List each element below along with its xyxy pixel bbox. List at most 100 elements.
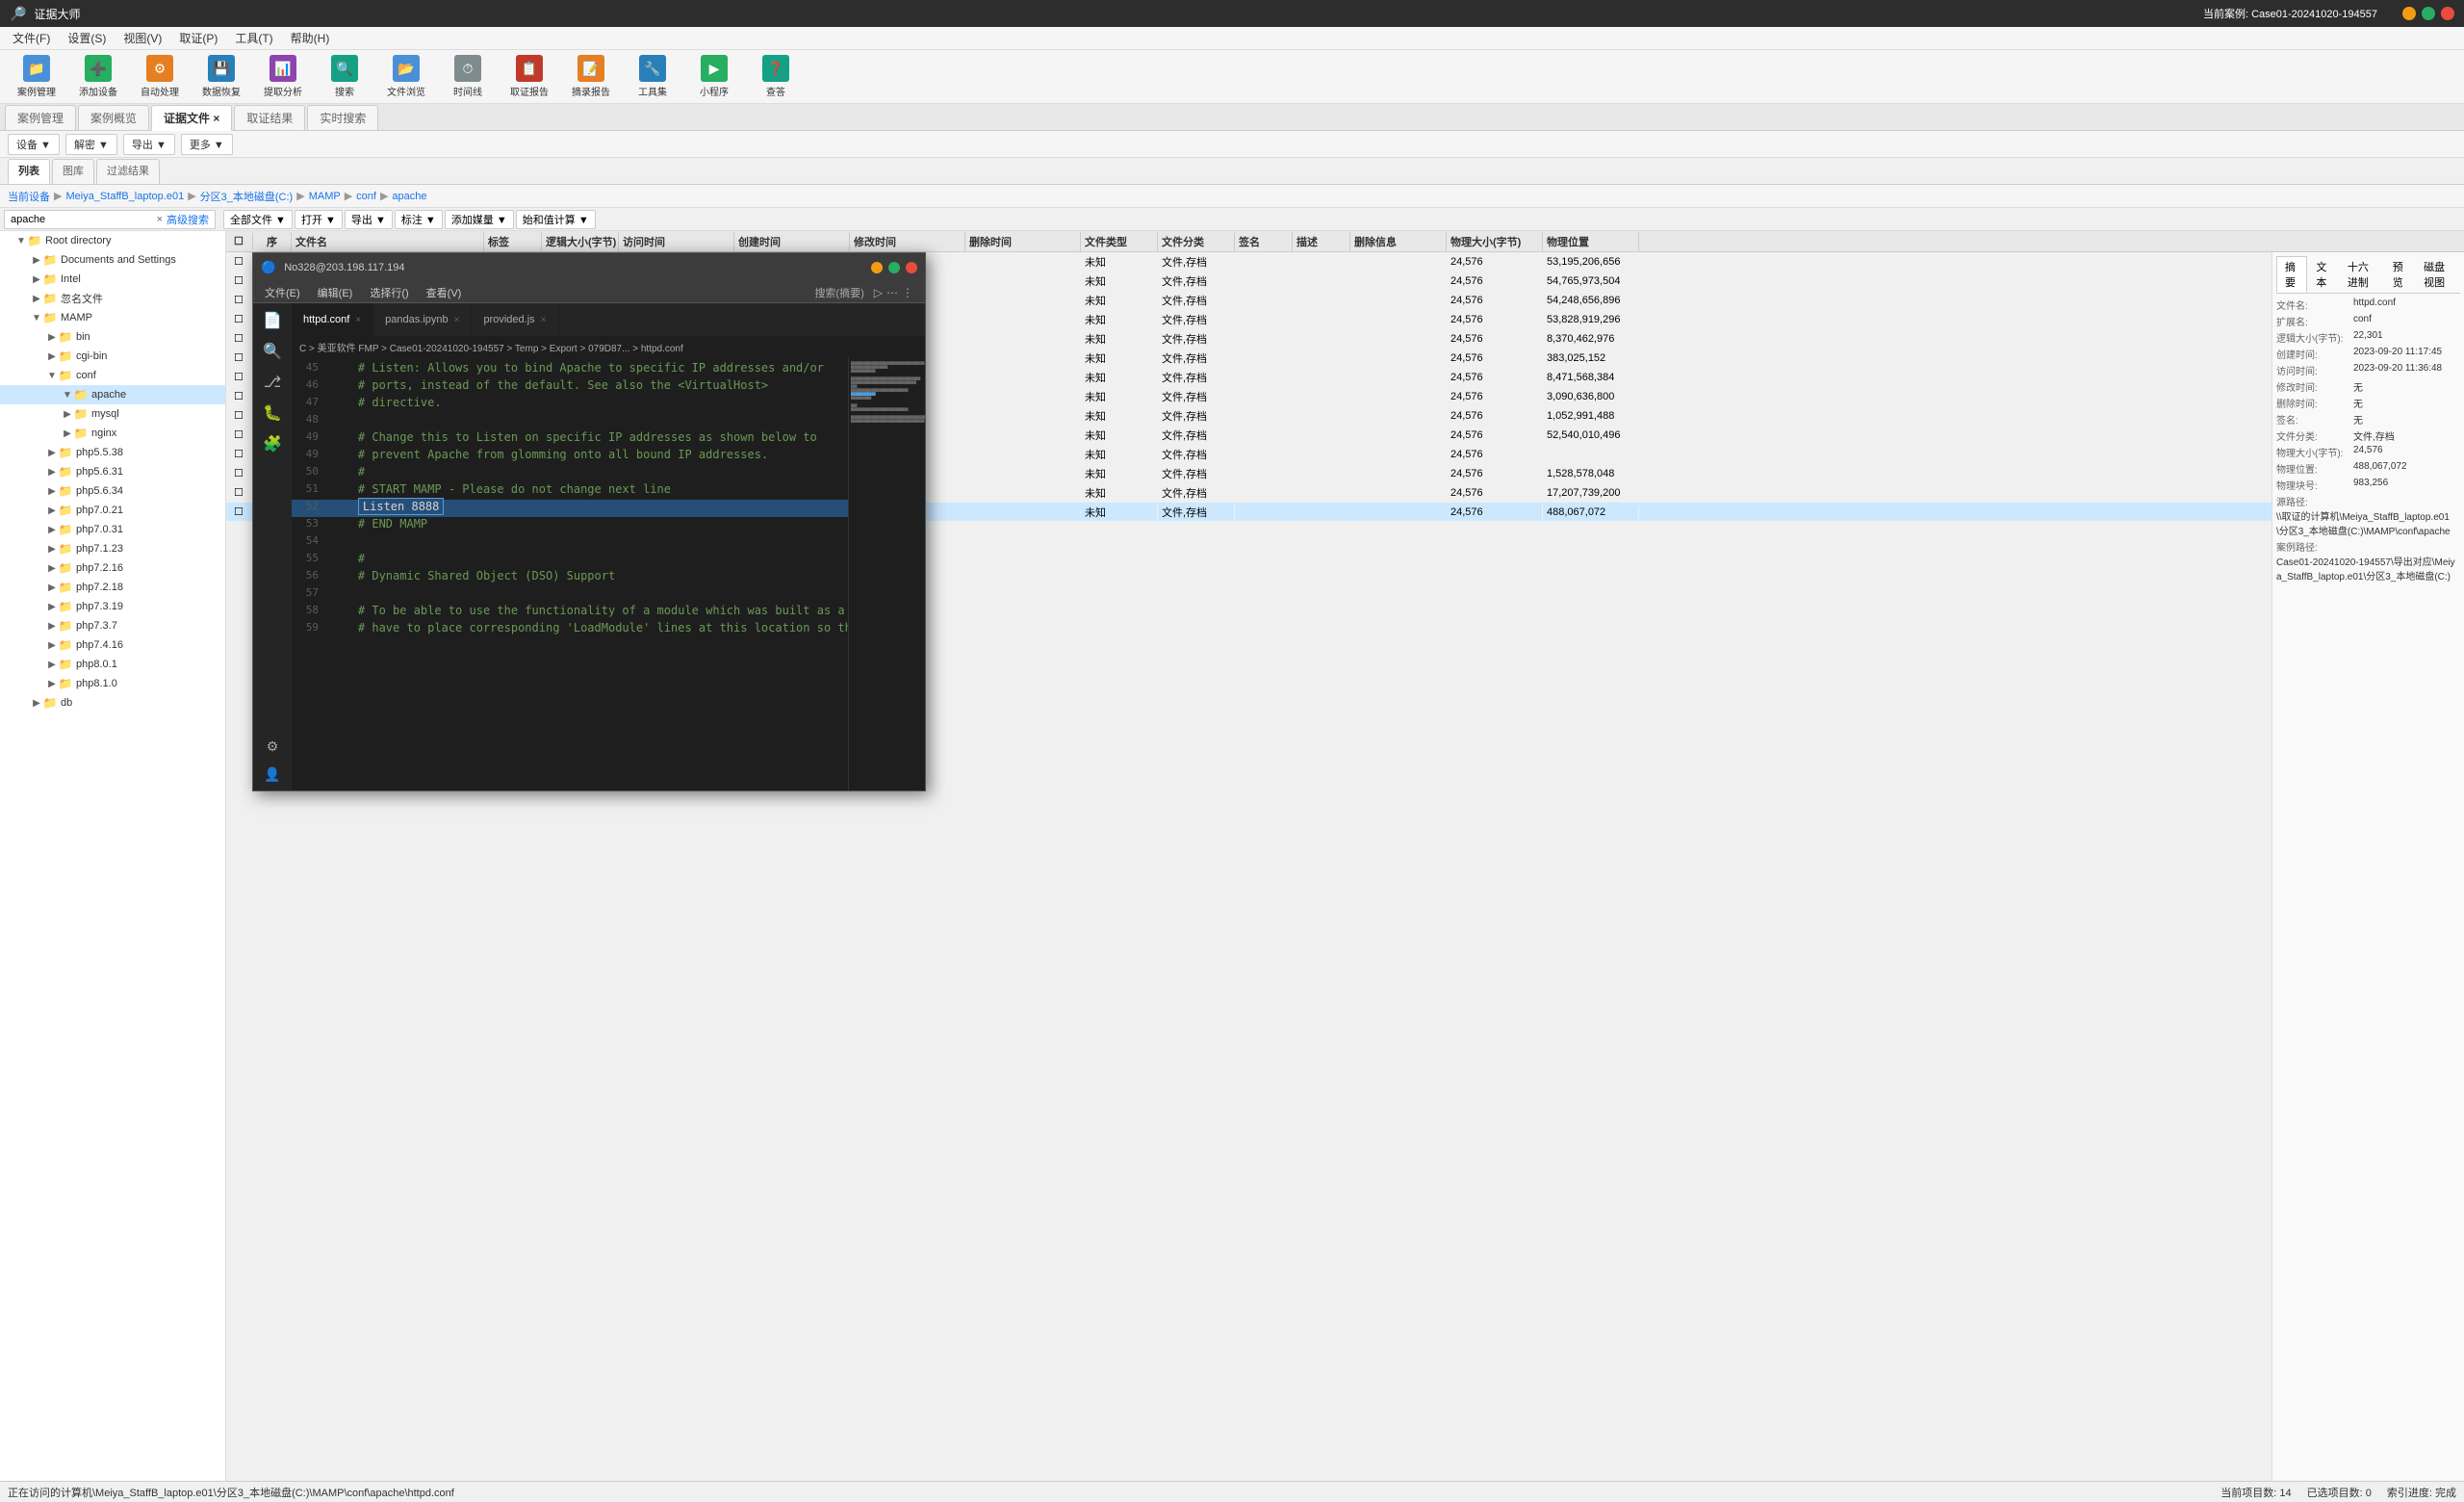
vscode-minimize[interactable] <box>871 262 883 273</box>
tree-php561[interactable]: ▶ 📁 php5.6.31 <box>0 462 225 481</box>
col-ext-header[interactable]: 标签 <box>484 232 542 251</box>
col-delinfo-header[interactable]: 删除信息 <box>1350 232 1447 251</box>
menu-file[interactable]: 文件(F) <box>5 28 58 48</box>
vscode-remote-icon[interactable]: ⚙ <box>267 738 279 755</box>
vscode-menu-file[interactable]: 文件(E) <box>257 283 308 302</box>
tree-root[interactable]: ▼ 📁 Root directory <box>0 231 225 250</box>
tree-mysql[interactable]: ▶ 📁 mysql <box>0 404 225 424</box>
view-tab-gallery[interactable]: 图库 <box>52 159 94 184</box>
extract-analysis-button[interactable]: 📊 提取分析 <box>254 53 312 101</box>
vscode-tab-httpd[interactable]: httpd.conf × <box>292 303 373 336</box>
col-num-header[interactable]: 序 <box>253 232 292 251</box>
tab-case-manage[interactable]: 案例管理 <box>5 105 76 130</box>
col-size-header[interactable]: 逻辑大小(字节) <box>542 232 619 251</box>
tree-apache[interactable]: ▼ 📁 apache <box>0 385 225 404</box>
tab-forensic-result[interactable]: 取证结果 <box>234 105 305 130</box>
tree-conf[interactable]: ▼ 📁 conf <box>0 366 225 385</box>
view-tab-filter[interactable]: 过滤结果 <box>96 159 160 184</box>
tab-realtime-search[interactable]: 实时搜索 <box>307 105 378 130</box>
close-button[interactable] <box>2441 7 2454 20</box>
col-access-header[interactable]: 访问时间 <box>619 232 734 251</box>
vscode-git-icon[interactable]: ⎇ <box>264 373 281 392</box>
vscode-tab-close-pandas[interactable]: × <box>454 315 460 325</box>
menu-forensics[interactable]: 取证(P) <box>171 28 225 48</box>
tree-docs-settings[interactable]: ▶ 📁 Documents and Settings <box>0 250 225 270</box>
search-input[interactable] <box>11 214 157 225</box>
tree-php801[interactable]: ▶ 📁 php8.0.1 <box>0 655 225 674</box>
col-modify-header[interactable]: 修改时间 <box>850 232 965 251</box>
vscode-tab-pandas[interactable]: pandas.ipynb × <box>373 303 472 336</box>
mark-button[interactable]: 标注 ▼ <box>395 210 443 229</box>
menu-tools[interactable]: 工具(T) <box>227 28 280 48</box>
addr-part-mamp[interactable]: MAMP <box>309 191 341 202</box>
col-physize-header[interactable]: 物理大小(字节) <box>1447 232 1543 251</box>
tree-php721[interactable]: ▶ 📁 php7.2.16 <box>0 558 225 578</box>
vscode-menu-view[interactable]: 查看(V) <box>419 283 470 302</box>
maximize-button[interactable] <box>2422 7 2435 20</box>
add-media-button[interactable]: 添加媒量 ▼ <box>445 210 514 229</box>
col-class-header[interactable]: 文件分类 <box>1158 232 1235 251</box>
query-button[interactable]: ❓ 查答 <box>747 53 805 101</box>
vscode-search-activity-icon[interactable]: 🔍 <box>263 342 282 361</box>
tree-bin[interactable]: ▶ 📁 bin <box>0 327 225 347</box>
vscode-account-icon[interactable]: 👤 <box>264 766 280 783</box>
addr-part-device[interactable]: 当前设备 <box>8 189 50 204</box>
tab-evidence-file[interactable]: 证据文件 × <box>151 105 232 131</box>
tree-php712[interactable]: ▶ 📁 php7.1.23 <box>0 539 225 558</box>
info-tab-disk[interactable]: 磁盘视图 <box>2415 256 2460 293</box>
menu-view[interactable]: 视图(V) <box>116 28 169 48</box>
tree-cgi-bin[interactable]: ▶ 📁 cgi-bin <box>0 347 225 366</box>
advanced-search-link[interactable]: 高级搜索 <box>167 212 209 227</box>
tree-noname[interactable]: ▶ 📁 忽名文件 <box>0 289 225 308</box>
tree-php810[interactable]: ▶ 📁 php8.1.0 <box>0 674 225 693</box>
col-delete-header[interactable]: 删除时间 <box>965 232 1081 251</box>
export-col-button[interactable]: 导出 ▼ <box>345 210 393 229</box>
addr-part-conf[interactable]: conf <box>356 191 376 202</box>
tree-php702[interactable]: ▶ 📁 php7.0.21 <box>0 501 225 520</box>
decrypt-dropdown[interactable]: 解密 ▼ <box>65 134 117 155</box>
open-button[interactable]: 打开 ▼ <box>295 210 343 229</box>
view-tab-list[interactable]: 列表 <box>8 159 50 184</box>
vscode-debug-activity-icon[interactable]: 🐛 <box>263 403 282 423</box>
device-dropdown[interactable]: 设备 ▼ <box>8 134 60 155</box>
tree-php741[interactable]: ▶ 📁 php7.4.16 <box>0 635 225 655</box>
miniapp-button[interactable]: ▶ 小程序 <box>685 53 743 101</box>
vscode-explorer-icon[interactable]: 📄 <box>263 311 282 330</box>
tab-case-overview[interactable]: 案例概览 <box>78 105 149 130</box>
case-manage-button[interactable]: 📁 案例管理 <box>8 53 65 101</box>
vscode-close[interactable] <box>906 262 917 273</box>
vscode-more-icon[interactable]: ⋮ <box>902 286 913 299</box>
tree-intel[interactable]: ▶ 📁 Intel <box>0 270 225 289</box>
search-clear-icon[interactable]: × <box>157 214 163 225</box>
vscode-menu-edit[interactable]: 编辑(E) <box>310 283 361 302</box>
all-files-button[interactable]: 全部文件 ▼ <box>223 210 293 229</box>
vscode-code-editor[interactable]: 45 # Listen: Allows you to bind Apache t… <box>292 357 848 790</box>
tree-php737[interactable]: ▶ 📁 php7.3.7 <box>0 616 225 635</box>
tree-php703[interactable]: ▶ 📁 php7.0.31 <box>0 520 225 539</box>
vscode-extensions-icon[interactable]: 🧩 <box>263 434 282 453</box>
tree-php558[interactable]: ▶ 📁 php5.5.38 <box>0 443 225 462</box>
forensic-report-button[interactable]: 📋 取证报告 <box>500 53 558 101</box>
info-tab-text[interactable]: 文本 <box>2307 256 2338 293</box>
auto-process-button[interactable]: ⚙ 自动处理 <box>131 53 189 101</box>
vscode-tab-provided[interactable]: provided.js × <box>472 303 558 336</box>
add-device-button[interactable]: ➕ 添加设备 <box>69 53 127 101</box>
tree-php722[interactable]: ▶ 📁 php7.2.18 <box>0 578 225 597</box>
data-recovery-button[interactable]: 💾 数据恢复 <box>192 53 250 101</box>
toolset-button[interactable]: 🔧 工具集 <box>624 53 681 101</box>
info-tab-hex[interactable]: 十六进制 <box>2339 256 2384 293</box>
more-dropdown[interactable]: 更多 ▼ <box>181 134 233 155</box>
excerpt-report-button[interactable]: 📝 摘录报告 <box>562 53 620 101</box>
tree-mamp[interactable]: ▼ 📁 MAMP <box>0 308 225 327</box>
addr-part-apache[interactable]: apache <box>392 191 426 202</box>
col-create-header[interactable]: 创建时间 <box>734 232 850 251</box>
hash-calc-button[interactable]: 始和值计算 ▼ <box>516 210 596 229</box>
tree-php564[interactable]: ▶ 📁 php5.6.34 <box>0 481 225 501</box>
tree-php731[interactable]: ▶ 📁 php7.3.19 <box>0 597 225 616</box>
menu-settings[interactable]: 设置(S) <box>60 28 114 48</box>
export-dropdown[interactable]: 导出 ▼ <box>123 134 175 155</box>
search-button[interactable]: 🔍 搜索 <box>316 53 373 101</box>
menu-help[interactable]: 帮助(H) <box>283 28 338 48</box>
file-browse-button[interactable]: 📂 文件浏览 <box>377 53 435 101</box>
col-sign-header[interactable]: 签名 <box>1235 232 1293 251</box>
